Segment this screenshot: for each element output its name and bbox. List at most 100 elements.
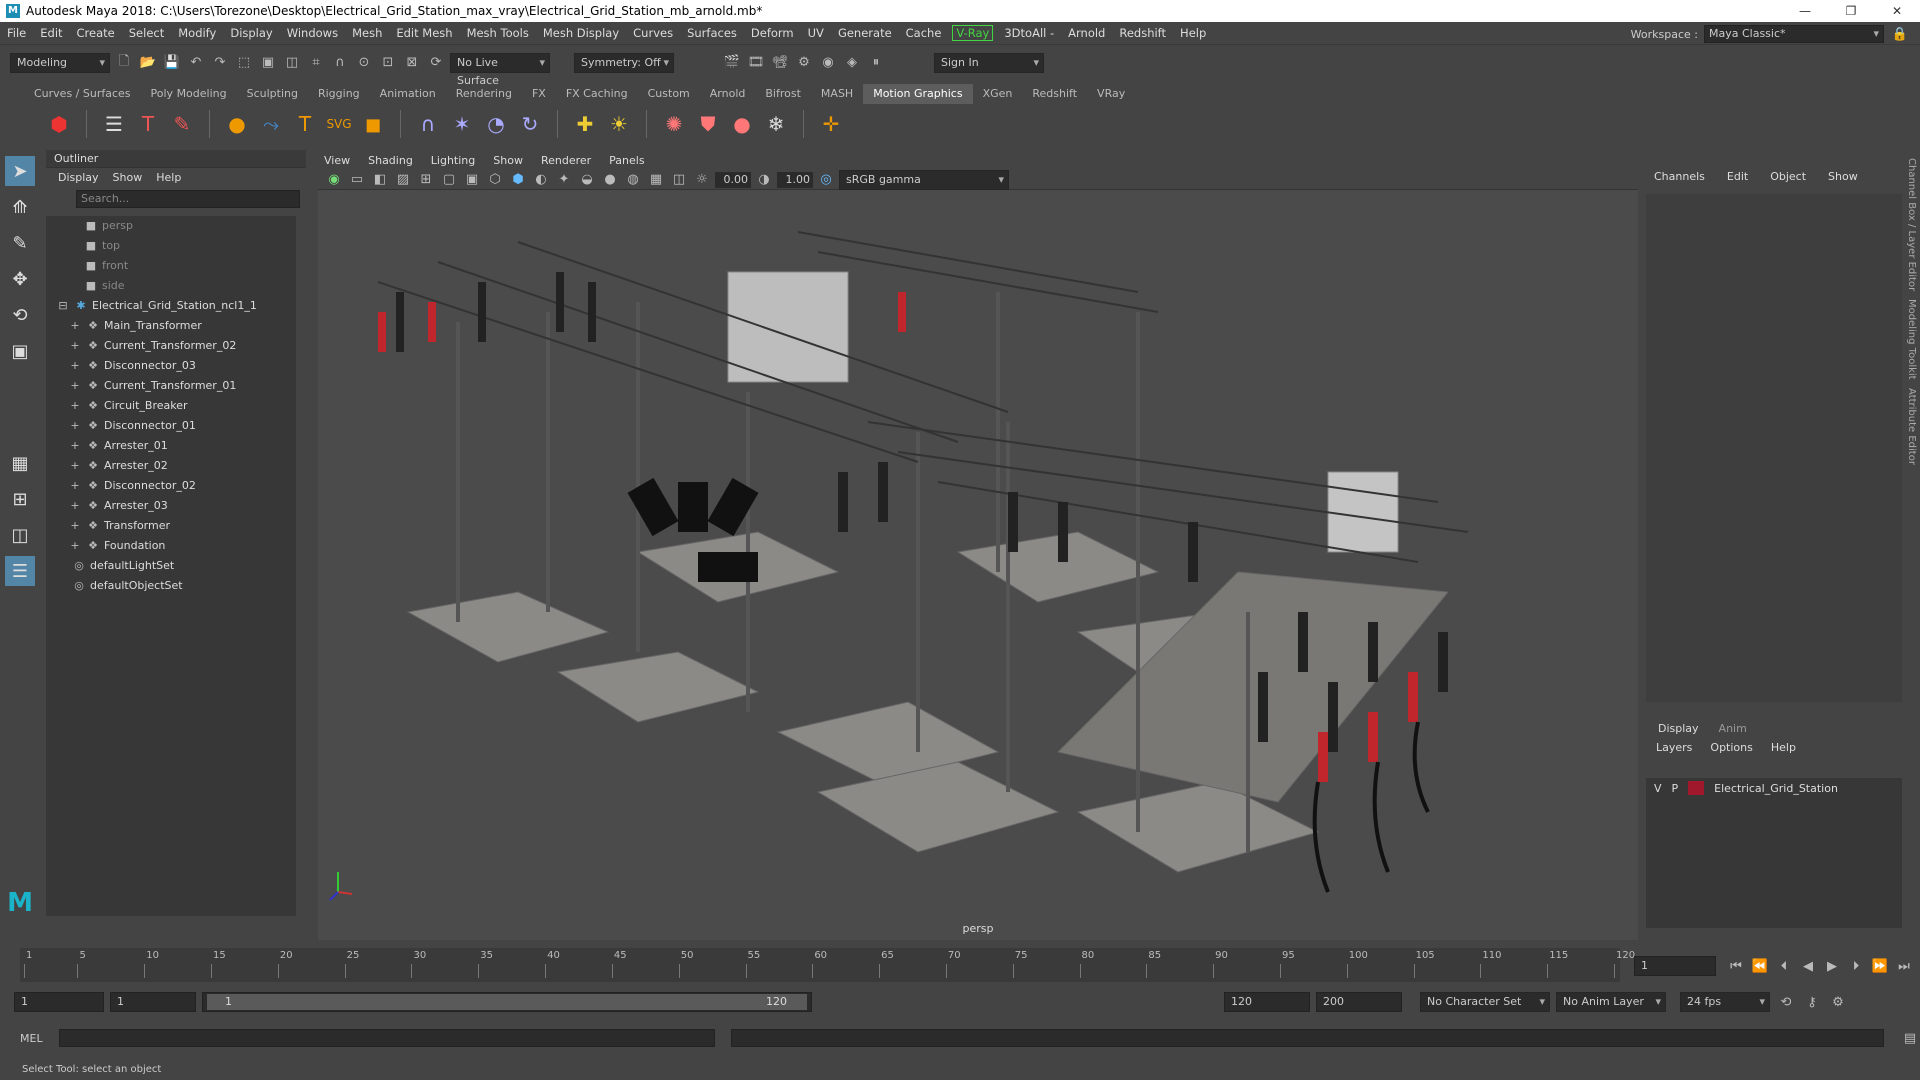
hypershade-icon[interactable]: ◉ [818,53,838,73]
gamma-field[interactable]: 1.00 [777,171,813,188]
expand-icon[interactable]: + [68,496,82,516]
grid-icon[interactable]: ⊞ [416,170,436,190]
expand-icon[interactable]: + [68,416,82,436]
loop-icon[interactable]: ↻ [515,109,545,139]
shelf-tab-xgen[interactable]: XGen [973,84,1023,104]
menu-surfaces[interactable]: Surfaces [680,26,744,40]
anim-layer-dropdown[interactable]: No Anim Layer [1556,992,1666,1012]
menu-mesh[interactable]: Mesh [345,26,389,40]
animation-end-field[interactable]: 200 [1316,992,1402,1012]
menu-uv[interactable]: UV [801,26,831,40]
expand-icon[interactable]: + [68,336,82,356]
layers-menu[interactable]: Layers [1656,741,1692,754]
tree-item-camera[interactable]: ■ persp [46,216,296,236]
sphere-icon[interactable]: ● [222,109,252,139]
menu-arnold[interactable]: Arnold [1061,26,1112,40]
symmetry-dropdown[interactable]: Symmetry: Off [574,52,674,73]
menu-mesh-display[interactable]: Mesh Display [536,26,626,40]
isolate-select-icon[interactable]: ▦ [646,170,666,190]
go-to-start-icon[interactable]: ⏮ [1726,956,1746,976]
select-tool-icon[interactable]: ➤ [5,156,35,186]
layer-row[interactable]: V P Electrical_Grid_Station [1646,778,1902,798]
expand-icon[interactable]: + [68,436,82,456]
menu-generate[interactable]: Generate [831,26,899,40]
svg-icon[interactable]: SVG [324,109,354,139]
channels-menu[interactable]: Channels [1654,170,1705,183]
shelf-tab-rigging[interactable]: Rigging [308,84,370,104]
channel-object-menu[interactable]: Object [1770,170,1806,183]
arnold-render-icon[interactable]: ◈ [842,53,862,73]
playback-start-field[interactable]: 1 [110,992,196,1012]
snap-curve-icon[interactable]: ∩ [330,53,350,73]
redo-icon[interactable]: ↷ [210,53,230,73]
tree-item-mesh[interactable]: + ❖ Transformer [46,516,296,536]
menu-deform[interactable]: Deform [744,26,801,40]
textured-icon[interactable]: ◐ [531,170,551,190]
select-object-icon[interactable]: ▣ [258,53,278,73]
color-management-icon[interactable]: ◎ [816,170,836,190]
tree-item-mesh[interactable]: + ❖ Main_Transformer [46,316,296,336]
snap-grid-icon[interactable]: ⌗ [306,53,326,73]
cross-icon[interactable]: ✛ [816,109,846,139]
step-forward-key-icon[interactable]: ⏩ [1870,956,1890,976]
tree-item-root-group[interactable]: ⊟ ✱ Electrical_Grid_Station_ncl1_1 [46,296,296,316]
shelf-tab-animation[interactable]: Animation [370,84,446,104]
tree-item-mesh[interactable]: + ❖ Disconnector_02 [46,476,296,496]
type-tool-icon[interactable]: T [133,109,163,139]
shelf-tab-poly-modeling[interactable]: Poly Modeling [141,84,237,104]
shelf-tab-mash[interactable]: MASH [811,84,863,104]
step-back-frame-icon[interactable]: ⏴ [1774,956,1794,976]
resolution-gate-icon[interactable]: ▣ [462,170,482,190]
menu-mesh-tools[interactable]: Mesh Tools [460,26,536,40]
viewport-menu-show[interactable]: Show [493,154,523,167]
menu-curves[interactable]: Curves [626,26,680,40]
select-component-icon[interactable]: ◫ [282,53,302,73]
mel-label[interactable]: MEL [20,1032,43,1045]
rotate-tool-icon[interactable]: ⟲ [5,300,35,330]
shelf-tab-vray[interactable]: VRay [1087,84,1135,104]
xray-icon[interactable]: ◫ [669,170,689,190]
tree-item-set[interactable]: ◎ defaultLightSet [46,556,296,576]
menu-edit[interactable]: Edit [33,26,69,40]
shelf-tab-fx-caching[interactable]: FX Caching [556,84,638,104]
expand-icon[interactable]: + [68,516,82,536]
tree-item-mesh[interactable]: + ❖ Arrester_02 [46,456,296,476]
shelf-tab-bifrost[interactable]: Bifrost [755,84,811,104]
image-plane-icon[interactable]: ▨ [393,170,413,190]
play-back-icon[interactable]: ◀ [1798,956,1818,976]
outliner-menu-show[interactable]: Show [113,171,143,184]
ambient-occlusion-icon[interactable]: ● [600,170,620,190]
time-slider[interactable]: 1 5 10 15 20 25 30 35 40 45 50 55 60 65 70 75 80 85 90 95 10… [0,948,1920,982]
layer-help-menu[interactable]: Help [1771,741,1796,754]
range-bar[interactable]: 1 120 [202,992,812,1012]
undo-icon[interactable]: ↶ [186,53,206,73]
lock-icon[interactable]: 🔒 [1890,24,1910,44]
tree-item-mesh[interactable]: + ❖ Arrester_03 [46,496,296,516]
ipr-render-icon[interactable]: 📽 [770,53,790,73]
auto-key-icon[interactable]: ⚷ [1802,992,1822,1012]
animation-start-field[interactable]: 1 [14,992,104,1012]
expand-icon[interactable]: + [68,376,82,396]
shelf-tab-sculpting[interactable]: Sculpting [237,84,308,104]
expand-icon[interactable]: + [68,456,82,476]
menu-create[interactable]: Create [70,26,122,40]
scale-tool-icon[interactable]: ▣ [5,336,35,366]
smooth-shade-icon[interactable]: ⬢ [508,170,528,190]
expand-icon[interactable]: + [68,356,82,376]
plus-star-icon[interactable]: ✚ [570,109,600,139]
loop-icon[interactable]: ⟲ [1776,992,1796,1012]
tree-item-mesh[interactable]: + ❖ Current_Transformer_01 [46,376,296,396]
side-tab-modeling-toolkit[interactable]: Modeling Toolkit [1906,299,1917,380]
menu-set-dropdown[interactable]: Modeling [10,52,110,73]
paint-icon[interactable]: ✎ [167,109,197,139]
layer-visibility-toggle[interactable]: V [1654,782,1662,795]
menu-redshift[interactable]: Redshift [1112,26,1173,40]
expand-icon[interactable]: + [68,316,82,336]
layer-color-swatch[interactable] [1688,781,1705,795]
mel-command-input[interactable] [58,1029,715,1047]
blob-icon[interactable]: ● [727,109,757,139]
render-view-icon[interactable]: 🎬 [722,53,742,73]
tree-item-camera[interactable]: ■ top [46,236,296,256]
light-icon[interactable]: ☀ [604,109,634,139]
snowflake-icon[interactable]: ❄ [761,109,791,139]
